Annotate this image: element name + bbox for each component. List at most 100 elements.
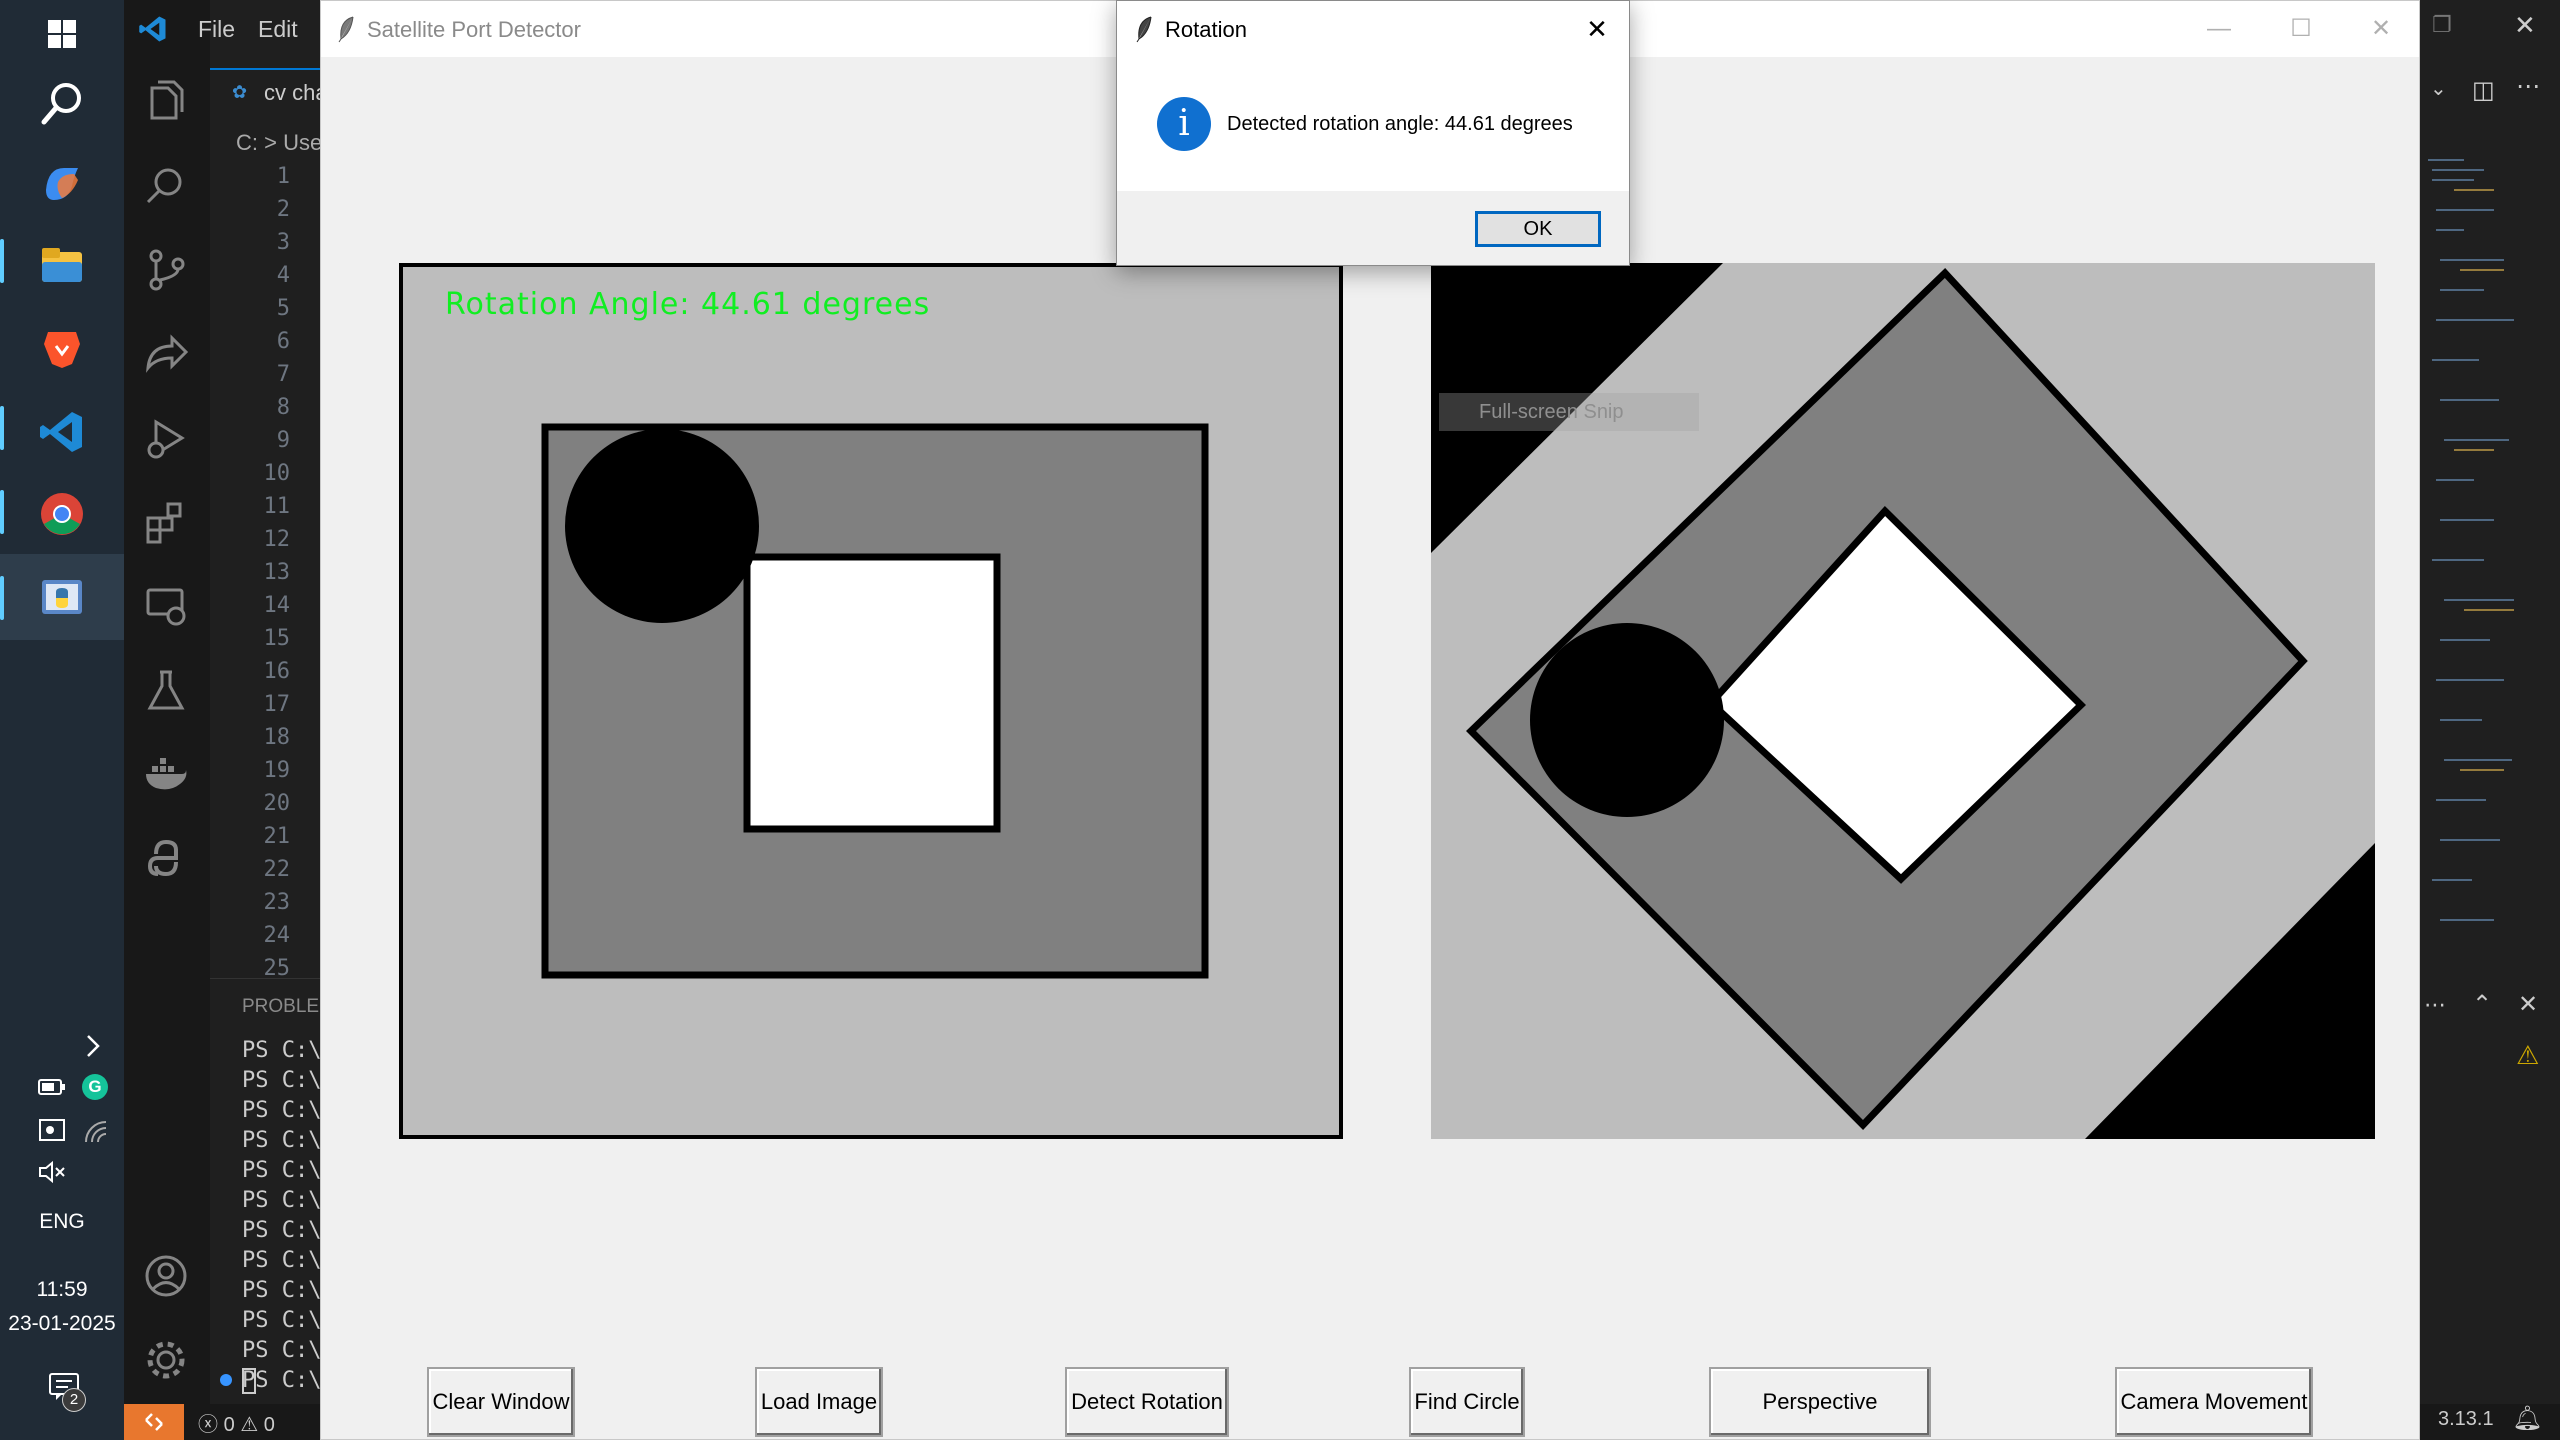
source-control-icon[interactable] [142, 246, 190, 294]
active-indicator [0, 406, 4, 450]
copilot-icon[interactable] [38, 160, 86, 208]
editor-actions: ⌄ ◫ ⋯ [2420, 70, 2560, 114]
editor-tab[interactable]: ✿ cv cha [210, 68, 328, 114]
terminal-line: PS C:\ [242, 1248, 322, 1273]
windows-start-icon[interactable] [48, 20, 76, 48]
line-number: 7 [276, 362, 290, 387]
terminal-line: PS C:\ [242, 1308, 322, 1333]
terminal-line: PS C:\ [242, 1158, 322, 1183]
camera-movement-button[interactable]: Camera Movement [2115, 1367, 2313, 1437]
line-number: 11 [263, 494, 291, 519]
language-indicator[interactable]: ENG [0, 1210, 124, 1234]
volume-muted-icon[interactable] [38, 1160, 68, 1184]
extensions-icon[interactable] [142, 498, 190, 546]
close-panel-icon[interactable]: ✕ [2518, 990, 2538, 1019]
windows-taskbar: G ENG 11:59 23-01-2025 2 [0, 0, 124, 1440]
wifi-icon[interactable] [82, 1118, 110, 1146]
minimize-icon[interactable]: — [2189, 11, 2249, 47]
rotation-angle-overlay: Rotation Angle: 44.61 degrees [445, 287, 931, 322]
line-number: 16 [263, 659, 291, 684]
line-number: 17 [263, 692, 291, 717]
chevron-right-icon[interactable] [84, 1034, 102, 1058]
line-number: 24 [263, 923, 291, 948]
restore-icon[interactable]: ❐ [2432, 12, 2452, 38]
line-number: 23 [263, 890, 291, 915]
search-icon[interactable] [38, 80, 86, 128]
error-icon: ⓧ [198, 1414, 218, 1436]
maximize-icon[interactable]: ☐ [2271, 11, 2331, 47]
line-number: 22 [263, 857, 291, 882]
line-number: 1 [276, 164, 290, 189]
active-indicator [0, 490, 4, 534]
clock-date[interactable]: 23-01-2025 [0, 1312, 124, 1336]
remote-indicator-button[interactable] [124, 1404, 184, 1440]
testing-icon[interactable] [142, 666, 190, 714]
dialog-message: Detected rotation angle: 44.61 degrees [1227, 113, 1573, 135]
warning-icon: ⚠ [2516, 1040, 2540, 1070]
docker-icon[interactable] [142, 750, 190, 798]
minimap [2428, 159, 2514, 921]
close-icon[interactable]: ✕ [2514, 10, 2536, 41]
bell-icon[interactable]: 🔔︎ [2512, 1404, 2542, 1433]
remote-explorer-icon[interactable] [142, 582, 190, 630]
line-number: 6 [276, 329, 290, 354]
battery-icon[interactable] [38, 1078, 66, 1096]
close-icon[interactable]: ✕ [1579, 11, 1615, 47]
line-number: 25 [263, 956, 291, 981]
line-number: 12 [263, 527, 291, 552]
dialog-body: i Detected rotation angle: 44.61 degrees [1117, 57, 1629, 191]
line-number: 21 [263, 824, 291, 849]
run-debug-icon[interactable] [142, 414, 190, 462]
file-explorer-icon[interactable] [38, 240, 86, 288]
rotation-dialog: Rotation ✕ i Detected rotation angle: 44… [1116, 0, 1630, 266]
status-problems[interactable]: ⓧ 0 ⚠ 0 [198, 1408, 275, 1437]
menu-file[interactable]: File [198, 16, 235, 43]
load-image-button[interactable]: Load Image [755, 1367, 883, 1437]
original-image-panel: Rotation Angle: 44.61 degrees [399, 263, 1343, 1139]
display-icon[interactable] [38, 1118, 68, 1146]
panel-divider [210, 978, 320, 979]
line-number: 14 [263, 593, 291, 618]
search-icon[interactable] [142, 162, 190, 210]
find-circle-button[interactable]: Find Circle [1409, 1367, 1525, 1437]
line-number: 5 [276, 296, 290, 321]
perspective-transform-button[interactable]: Perspective Transform [1709, 1367, 1931, 1437]
explorer-icon[interactable] [142, 78, 190, 126]
panel-tab-problems[interactable]: PROBLEM [242, 996, 322, 1018]
line-number: 19 [263, 758, 291, 783]
settings-gear-icon[interactable] [142, 1336, 190, 1384]
menu-edit[interactable]: Edit [258, 16, 298, 43]
more-actions-icon[interactable]: ⋯ [2516, 72, 2540, 101]
clock-time[interactable]: 11:59 [0, 1278, 124, 1302]
brave-browser-icon[interactable] [38, 324, 86, 372]
terminal-line: PS C:\ [242, 1278, 322, 1303]
detect-rotation-button[interactable]: Detect Rotation [1065, 1367, 1229, 1437]
more-actions-icon[interactable]: ⋯ [2424, 992, 2446, 1018]
python-app-icon[interactable] [38, 574, 86, 622]
chrome-icon[interactable] [38, 490, 86, 538]
python-icon[interactable] [142, 834, 190, 882]
feather-icon [1136, 16, 1152, 43]
error-count: 0 [223, 1414, 235, 1436]
chevron-up-icon[interactable]: ⌃ [2472, 990, 2492, 1019]
grammarly-icon[interactable]: G [82, 1074, 108, 1100]
dialog-titlebar[interactable]: Rotation ✕ [1117, 1, 1629, 57]
account-icon[interactable] [142, 1252, 190, 1300]
ok-button[interactable]: OK [1475, 211, 1601, 247]
tab-label: cv cha [264, 80, 328, 105]
chevron-down-icon[interactable]: ⌄ [2430, 76, 2447, 101]
python-file-icon: ✿ [232, 82, 248, 102]
python-version[interactable]: 3.13.1 [2438, 1408, 2494, 1431]
remote-icon [145, 1413, 163, 1431]
rotated-image-panel: Full-screen Snip [1431, 263, 2375, 1139]
info-icon: i [1157, 97, 1211, 151]
share-icon[interactable] [142, 330, 190, 378]
breadcrumb[interactable]: C: > Use [236, 130, 320, 156]
line-number: 13 [263, 560, 291, 585]
vscode-icon[interactable] [38, 408, 86, 456]
vscode-logo-icon [139, 16, 166, 42]
split-editor-icon[interactable]: ◫ [2472, 76, 2495, 105]
terminal-line: PS C:\ [242, 1338, 322, 1363]
close-icon[interactable]: ✕ [2351, 11, 2411, 47]
clear-window-button[interactable]: Clear Window [427, 1367, 575, 1437]
